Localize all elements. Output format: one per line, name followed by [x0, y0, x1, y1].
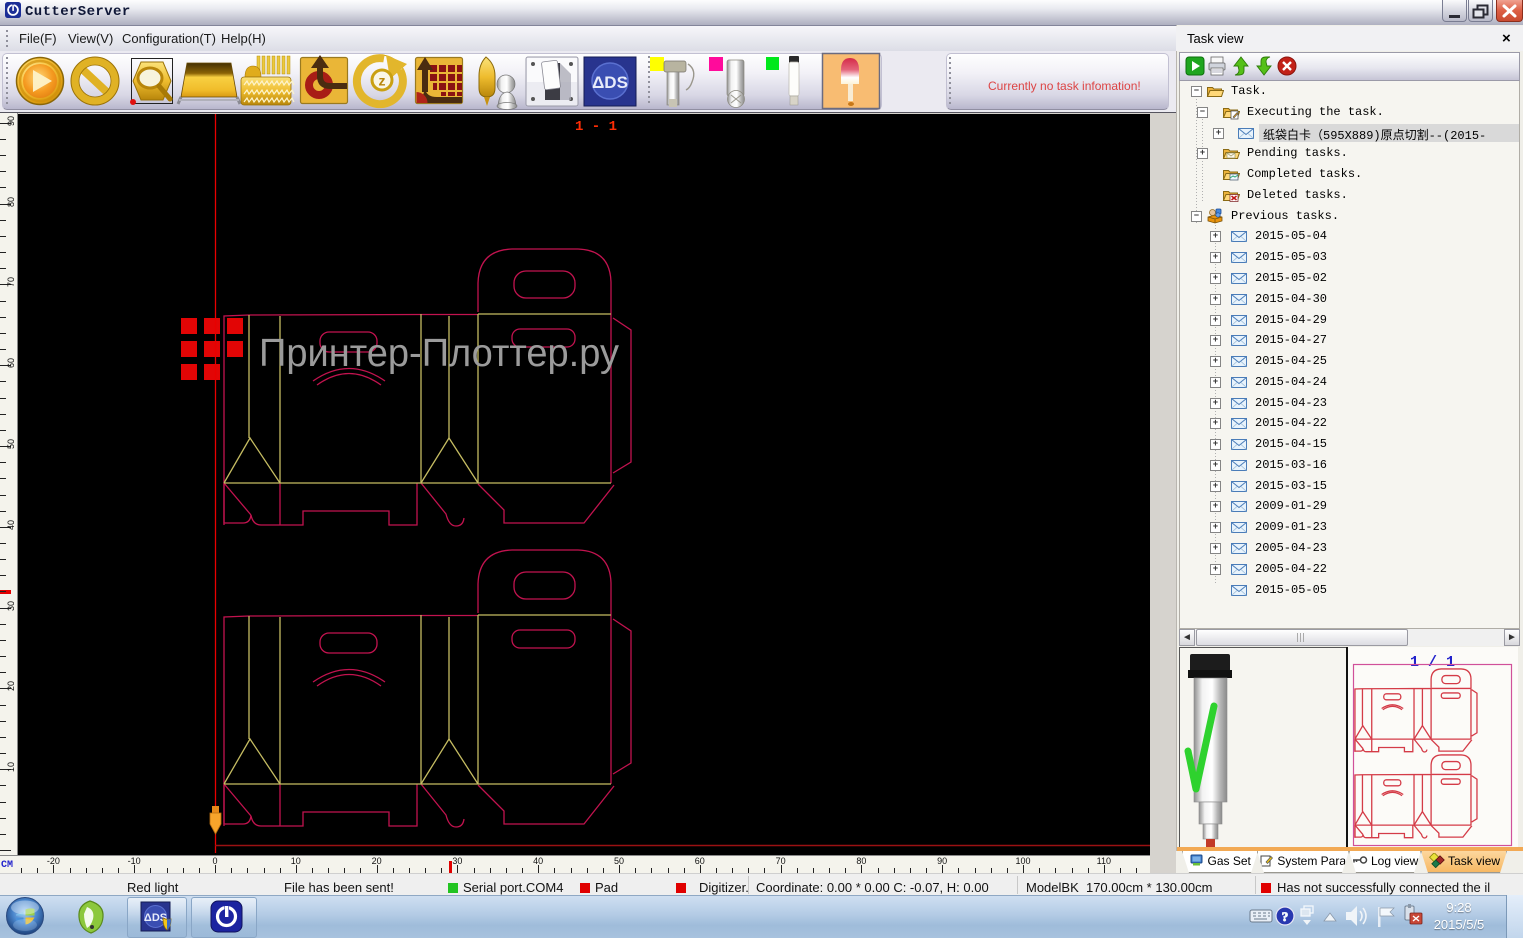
- svg-text:1 - 1: 1 - 1: [575, 119, 617, 135]
- svg-text:z: z: [379, 73, 386, 89]
- svg-text:?: ?: [1282, 909, 1289, 924]
- svg-text:ΔDS: ΔDS: [592, 73, 628, 92]
- svg-text:Принтер-Плоттер.ру: Принтер-Плоттер.ру: [259, 332, 619, 375]
